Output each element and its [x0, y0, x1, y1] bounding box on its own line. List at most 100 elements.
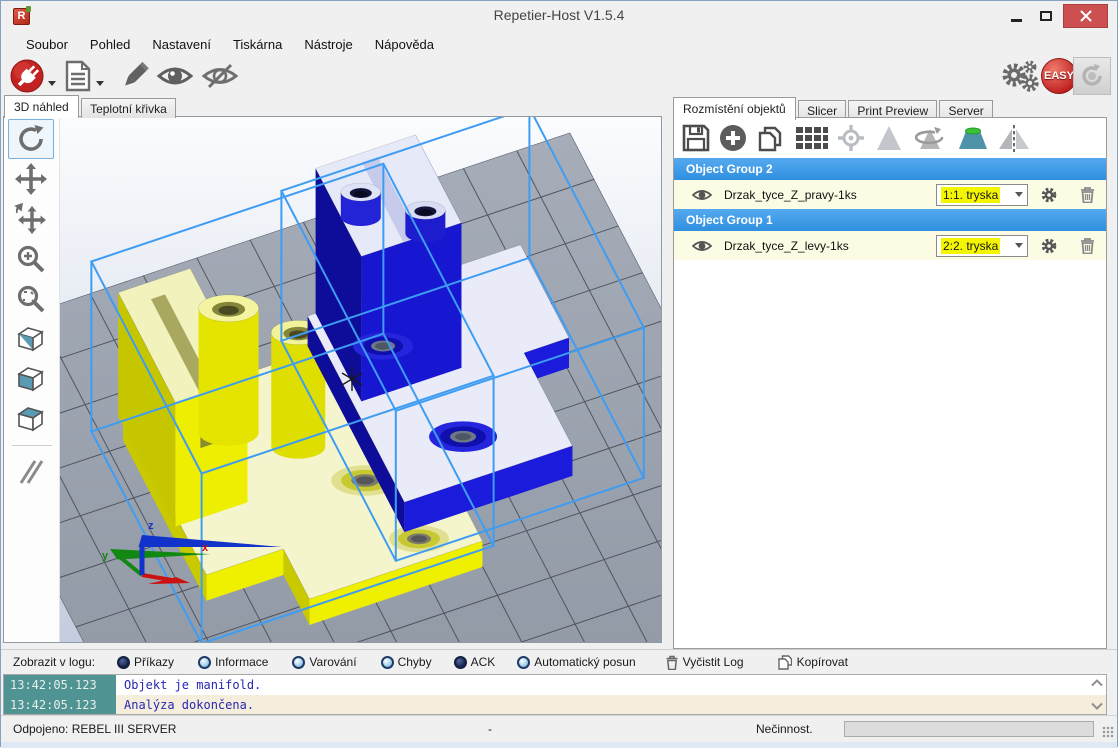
settings-button[interactable]	[999, 60, 1043, 94]
rotate-view-button[interactable]	[8, 119, 54, 159]
tab-rozmisteni-objektu[interactable]: Rozmístění objektů	[673, 97, 796, 120]
add-object-button[interactable]	[718, 123, 748, 153]
center-object-button[interactable]	[835, 123, 867, 153]
emergency-stop-button[interactable]	[1073, 57, 1111, 95]
window-bottom-border	[1, 742, 1117, 748]
rotate-object-button[interactable]	[911, 123, 949, 153]
activity-status: Nečinnost.	[756, 722, 813, 736]
log-entry: 13:42:05.123 Analýza dokončena.	[4, 695, 1106, 715]
visibility-eye-icon[interactable]	[692, 239, 712, 253]
title-bar: R Repetier-Host V1.5.4	[1, 1, 1117, 31]
hide-travel-button[interactable]	[199, 59, 241, 93]
add-icon	[718, 123, 748, 153]
filter-label: Varování	[309, 655, 356, 669]
fit-view-button[interactable]	[8, 279, 54, 319]
menu-nastroje[interactable]: Nástroje	[293, 32, 363, 57]
connect-dropdown-caret[interactable]	[48, 81, 56, 86]
cut-object-button[interactable]	[956, 123, 990, 153]
trash-icon	[666, 655, 678, 670]
top-view-button[interactable]	[8, 399, 54, 439]
cut-object-icon	[956, 123, 990, 153]
filter-automaticky-posun[interactable]: Automatický posun	[517, 655, 635, 669]
object-list: Object Group 2 Drzak_tyce_Z_pravy-1ks 1:…	[674, 158, 1106, 260]
scroll-up-icon[interactable]	[1091, 679, 1103, 687]
circular-arrows-icon	[1077, 61, 1107, 91]
object-toolbar	[674, 118, 1106, 158]
delete-trash-icon[interactable]	[1080, 237, 1095, 254]
group-header[interactable]: Object Group 1	[674, 209, 1106, 231]
close-button[interactable]	[1063, 4, 1108, 28]
log-message: Analýza dokončena.	[116, 695, 254, 715]
isometric-view-button[interactable]	[8, 319, 54, 359]
top-cube-icon	[14, 403, 48, 435]
connect-button[interactable]	[9, 59, 58, 93]
filter-varovani[interactable]: Varování	[292, 655, 356, 669]
load-button[interactable]	[63, 59, 106, 93]
edit-object-button[interactable]	[117, 59, 151, 93]
menu-nastaveni[interactable]: Nastavení	[141, 32, 222, 57]
menu-tiskarna[interactable]: Tiskárna	[222, 32, 293, 57]
filter-chyby[interactable]: Chyby	[381, 655, 432, 669]
document-icon	[63, 60, 93, 92]
copy-log-button[interactable]: Kopírovat	[778, 655, 848, 670]
clear-log-label: Vyčistit Log	[683, 655, 744, 669]
save-job-button[interactable]	[681, 123, 711, 153]
copy-objects-icon	[755, 123, 787, 153]
clear-log-button[interactable]: Vyčistit Log	[666, 655, 744, 670]
minimize-button[interactable]	[1001, 4, 1031, 28]
copy-object-button[interactable]	[755, 123, 787, 153]
object-settings-gear-icon[interactable]	[1040, 186, 1058, 204]
front-cube-icon	[14, 363, 48, 395]
menu-pohled[interactable]: Pohled	[79, 32, 141, 57]
log-timestamp: 13:42:05.123	[4, 695, 116, 715]
easy-mode-button[interactable]: EASY	[1041, 58, 1077, 94]
group-header[interactable]: Object Group 2	[674, 158, 1106, 180]
filter-label: Příkazy	[134, 655, 174, 669]
delete-trash-icon[interactable]	[1080, 186, 1095, 203]
viewport-frame: xyz	[3, 116, 662, 643]
filter-ack[interactable]: ACK	[454, 655, 496, 669]
menu-soubor[interactable]: Soubor	[15, 32, 79, 57]
move-view-button[interactable]	[8, 159, 54, 199]
save-icon	[681, 123, 711, 153]
maximize-button[interactable]	[1031, 4, 1061, 28]
extruder-value: 1:1. tryska	[941, 187, 1000, 203]
tab-3d-nahled[interactable]: 3D náhled	[4, 95, 79, 118]
extruder-value: 2:2. tryska	[941, 238, 1000, 254]
isometric-cube-icon	[14, 323, 48, 355]
scroll-down-icon[interactable]	[1091, 702, 1103, 710]
zoom-icon	[15, 243, 47, 275]
filter-informace[interactable]: Informace	[198, 655, 268, 669]
autoposition-icon	[794, 123, 828, 153]
autoposition-button[interactable]	[794, 123, 828, 153]
filter-led-icon	[292, 656, 305, 669]
scale-object-button[interactable]	[874, 123, 904, 153]
zoom-button[interactable]	[8, 239, 54, 279]
3d-canvas[interactable]: xyz	[60, 117, 661, 642]
mirror-object-button[interactable]	[997, 123, 1031, 153]
status-center: -	[488, 722, 492, 736]
progress-bar	[844, 721, 1094, 737]
parallel-projection-button[interactable]	[8, 452, 54, 492]
show-filament-button[interactable]	[155, 59, 195, 93]
tab-teplotni-krivka[interactable]: Teplotní křivka	[81, 98, 176, 118]
scale-object-icon	[874, 123, 904, 153]
chevron-down-icon	[1015, 192, 1023, 197]
front-view-button[interactable]	[8, 359, 54, 399]
load-dropdown-caret[interactable]	[96, 81, 104, 86]
object-row[interactable]: Drzak_tyce_Z_pravy-1ks 1:1. tryska	[674, 180, 1106, 209]
log-area[interactable]: 13:42:05.123 Objekt je manifold. 13:42:0…	[3, 674, 1107, 715]
filter-prikazy[interactable]: Příkazy	[117, 655, 174, 669]
object-settings-gear-icon[interactable]	[1040, 237, 1058, 255]
mirror-object-icon	[997, 123, 1031, 153]
object-placement-panel: Object Group 2 Drzak_tyce_Z_pravy-1ks 1:…	[673, 117, 1107, 649]
object-row[interactable]: Drzak_tyce_Z_levy-1ks 2:2. tryska	[674, 231, 1106, 260]
resize-grip[interactable]	[1102, 726, 1114, 738]
extruder-select[interactable]: 2:2. tryska	[936, 235, 1028, 257]
move-object-icon	[14, 203, 48, 235]
extruder-select[interactable]: 1:1. tryska	[936, 184, 1028, 206]
visibility-eye-icon[interactable]	[692, 188, 712, 202]
move-object-button[interactable]	[8, 199, 54, 239]
log-timestamp: 13:42:05.123	[4, 675, 116, 695]
menu-napoveda[interactable]: Nápověda	[364, 32, 445, 57]
